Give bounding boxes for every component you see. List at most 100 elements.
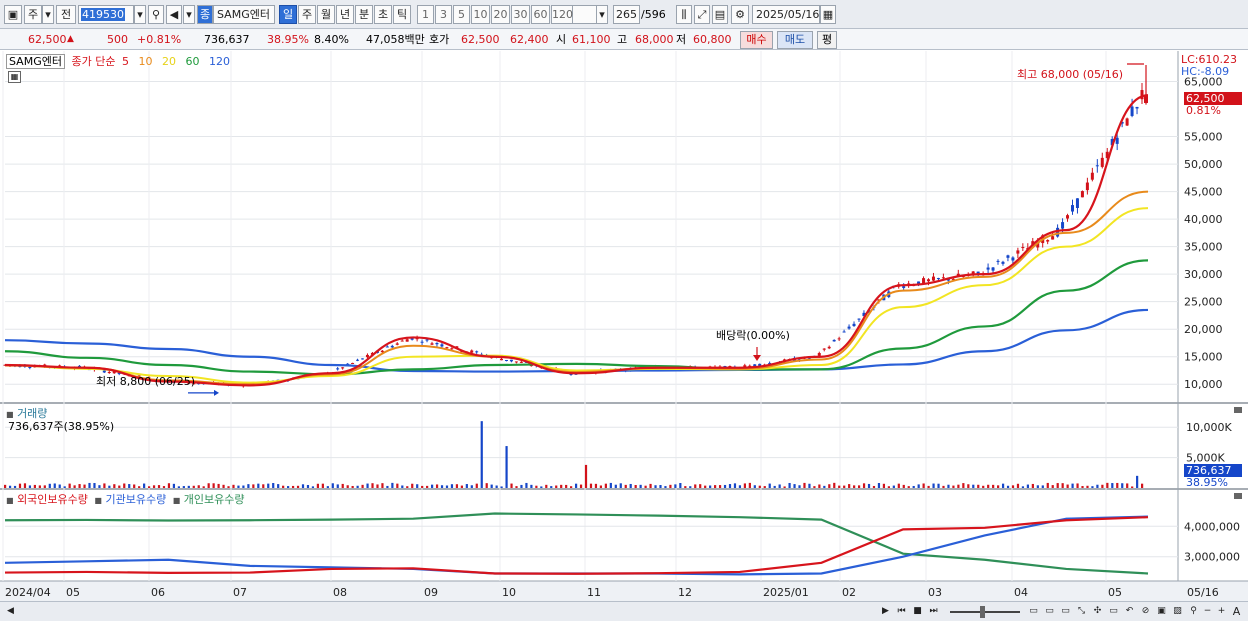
gear-icon[interactable]: ⚙ xyxy=(731,5,749,24)
zoom-in-icon[interactable]: + xyxy=(1215,605,1228,618)
quote-strip: 62,500 ▲ 500 +0.81% 736,637 38.95% 8.40%… xyxy=(0,29,1248,50)
square-icon: ■ xyxy=(6,496,14,505)
holdings-legend: ■ 외국인보유수량 ■ 기관보유수량 ■ 개인보유수량 xyxy=(6,491,245,507)
date-input[interactable]: 2025/05/16 xyxy=(752,5,820,24)
rewind-icon[interactable]: ⏮ xyxy=(895,605,908,618)
speaker-dropdown-icon[interactable]: ▾ xyxy=(183,5,195,24)
volume-bar xyxy=(803,482,806,488)
volume-bar xyxy=(152,485,156,488)
legend-stock[interactable]: SAMG엔터 xyxy=(6,54,65,69)
tab-interval-3[interactable]: 10 xyxy=(471,5,490,24)
tab-interval-0[interactable]: 1 xyxy=(417,5,434,24)
tab-interval-7[interactable]: 120 xyxy=(551,5,573,24)
fast-forward-icon[interactable]: ⏭ xyxy=(927,605,940,618)
copy-icon[interactable]: ▣ xyxy=(1155,605,1168,618)
x-tick-8: 12 xyxy=(678,586,692,599)
price-tick-9: 15,000 xyxy=(1184,351,1223,364)
tab-period-5[interactable]: 초 xyxy=(374,5,392,24)
low-annotation: 최저 8,800 (06/25) xyxy=(96,375,196,388)
count-total: /596 xyxy=(641,8,666,21)
tab-interval-5[interactable]: 30 xyxy=(511,5,530,24)
clear-icon[interactable]: ⊘ xyxy=(1139,605,1152,618)
count-input[interactable]: 265 xyxy=(613,5,640,24)
calendar-icon[interactable]: ▦ xyxy=(820,5,836,24)
scroll-right-icon[interactable]: ▶ xyxy=(879,605,892,618)
zoom-slider-handle[interactable] xyxy=(980,606,985,618)
volume-bar xyxy=(98,485,101,488)
stop-icon[interactable]: ■ xyxy=(911,605,924,618)
tab-interval-2[interactable]: 5 xyxy=(453,5,470,24)
x-tick-3: 07 xyxy=(233,586,247,599)
candle-icon[interactable]: ⫼ xyxy=(676,5,692,24)
volume-bar xyxy=(619,483,622,488)
legend-individual: 개인보유수량 xyxy=(183,493,245,506)
tab-interval-1[interactable]: 3 xyxy=(435,5,452,24)
candle-body xyxy=(1046,240,1050,242)
chevron-down-icon[interactable]: ▾ xyxy=(42,5,54,24)
undo-icon[interactable]: ↶ xyxy=(1123,605,1136,618)
volume-bar xyxy=(728,484,732,488)
tab-period-0[interactable]: 일 xyxy=(279,5,297,24)
volume-bar xyxy=(88,482,91,488)
sell-button[interactable]: 매도 xyxy=(777,31,813,49)
tab-interval-4[interactable]: 20 xyxy=(491,5,510,24)
image-icon[interactable]: ▨ xyxy=(1171,605,1184,618)
volume-bar xyxy=(579,484,583,488)
speaker-icon[interactable]: ◀ xyxy=(166,5,182,24)
zoom-search-icon[interactable]: ⚲ xyxy=(1187,605,1200,618)
volume-bar xyxy=(38,485,41,488)
volume-bar xyxy=(470,485,473,488)
volume-bar xyxy=(768,483,771,488)
draw-tool-icon[interactable]: ⤢ xyxy=(694,5,710,24)
volume-bar xyxy=(366,483,369,488)
tab-period-6[interactable]: 틱 xyxy=(393,5,411,24)
market-select[interactable]: 주 xyxy=(24,5,42,24)
candle-body xyxy=(500,358,504,361)
volume-bar xyxy=(530,484,533,488)
stock-chart[interactable]: 65,00055,00050,00045,00040,00035,00030,0… xyxy=(0,51,1248,601)
interval-dropdown-icon[interactable]: ▾ xyxy=(596,5,608,24)
search-icon[interactable]: ⚲ xyxy=(148,5,164,24)
volume-bar xyxy=(113,484,116,488)
volume-bar xyxy=(758,485,761,488)
volume-bar xyxy=(1091,486,1094,488)
volume-bar xyxy=(892,485,895,488)
tab-period-2[interactable]: 월 xyxy=(317,5,335,24)
buy-button[interactable]: 매수 xyxy=(740,31,773,49)
layout-3-icon[interactable]: ▭ xyxy=(1059,605,1072,618)
volume-bar xyxy=(545,484,548,488)
calculator-icon[interactable]: ▦ xyxy=(8,71,21,83)
price-tick-8: 20,000 xyxy=(1184,323,1223,336)
chart-scrollbar[interactable]: ◀ ▶ ⏮ ■ ⏭ ▭ ▭ ▭ ⤡ ✣ ▭ ↶ ⊘ ▣ ▨ ⚲ − + A xyxy=(0,601,1248,621)
scroll-left-icon[interactable]: ◀ xyxy=(4,605,17,618)
zoom-slider[interactable] xyxy=(950,611,1020,613)
layout-icon[interactable]: ▣ xyxy=(4,5,22,24)
volume-bar xyxy=(1086,485,1089,488)
code-input[interactable]: 419530 xyxy=(78,5,134,24)
scale-icon[interactable]: ⤡ xyxy=(1075,605,1088,618)
avg-button[interactable]: 평 xyxy=(817,31,837,49)
volume-bar xyxy=(540,486,543,488)
candle-body xyxy=(1070,205,1074,212)
name-badge: 종 xyxy=(197,5,213,24)
volume-bar xyxy=(977,484,980,488)
tab-period-4[interactable]: 분 xyxy=(355,5,373,24)
candle-body xyxy=(902,286,906,288)
compare-icon[interactable]: ▭ xyxy=(1107,605,1120,618)
volume-bar xyxy=(157,485,161,488)
crosshair-icon[interactable]: ✣ xyxy=(1091,605,1104,618)
panel-maximize-icon xyxy=(1234,407,1242,413)
volume-tick-1: 5,000K xyxy=(1186,452,1225,465)
layout-1-icon[interactable]: ▭ xyxy=(1027,605,1040,618)
tab-period-1[interactable]: 주 xyxy=(298,5,316,24)
save-icon[interactable]: ▤ xyxy=(712,5,728,24)
layout-2-icon[interactable]: ▭ xyxy=(1043,605,1056,618)
font-size-icon[interactable]: A xyxy=(1230,605,1243,618)
date-value: 2025/05/16 xyxy=(756,8,820,21)
tab-period-3[interactable]: 년 xyxy=(336,5,354,24)
candle-body xyxy=(385,346,389,348)
tab-interval-6[interactable]: 60 xyxy=(531,5,550,24)
prev-button[interactable]: 전 xyxy=(56,5,76,24)
code-dropdown-icon[interactable]: ▾ xyxy=(134,5,146,24)
zoom-out-icon[interactable]: − xyxy=(1201,605,1214,618)
